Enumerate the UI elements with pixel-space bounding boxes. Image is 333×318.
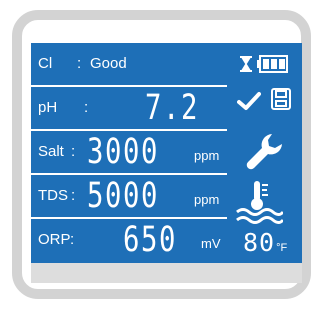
cl-status: Good: [90, 55, 127, 72]
temperature-unit: °F: [276, 242, 288, 254]
hourglass-icon: [240, 56, 252, 72]
temperature-value: 80: [243, 228, 276, 257]
reading-row-cl: Cl : Good: [31, 43, 227, 85]
orp-label: ORP: [38, 231, 71, 248]
ph-label: pH: [38, 99, 58, 116]
wrench-icon[interactable]: [245, 131, 285, 171]
save-icon[interactable]: [270, 87, 292, 111]
reading-row-orp: ORP : 650 mV: [31, 219, 227, 261]
reading-row-tds: TDS : 5000 ppm: [31, 175, 227, 217]
salt-label: Salt: [38, 143, 64, 160]
tds-value: 5000: [87, 176, 159, 216]
tds-colon: :: [71, 187, 76, 204]
device-lower-panel: [31, 263, 302, 283]
salt-unit: ppm: [194, 148, 220, 163]
water-temperature-readout: 80°F: [243, 230, 287, 256]
reading-row-salt: Salt : 3000 ppm: [31, 131, 227, 173]
reading-row-ph: pH : 7.2: [31, 87, 227, 129]
water-temperature-icon: [236, 181, 283, 224]
check-icon: [237, 92, 261, 110]
salt-value: 3000: [87, 132, 159, 172]
battery-icon: [257, 55, 288, 73]
readings-panel: Cl : Good pH : 7.2 Salt : 3000 ppm TDS :…: [31, 43, 227, 263]
tds-label: TDS: [38, 187, 68, 204]
lcd-screen: Cl : Good pH : 7.2 Salt : 3000 ppm TDS :…: [31, 43, 302, 263]
cl-label: Cl: [38, 55, 53, 72]
cl-colon: :: [77, 55, 82, 72]
orp-value: 650: [123, 220, 177, 260]
orp-colon: :: [70, 231, 75, 248]
tds-unit: ppm: [194, 192, 220, 207]
salt-colon: :: [71, 143, 76, 160]
ph-colon: :: [84, 99, 89, 116]
orp-unit: mV: [201, 236, 221, 251]
ph-value: 7.2: [145, 88, 199, 128]
